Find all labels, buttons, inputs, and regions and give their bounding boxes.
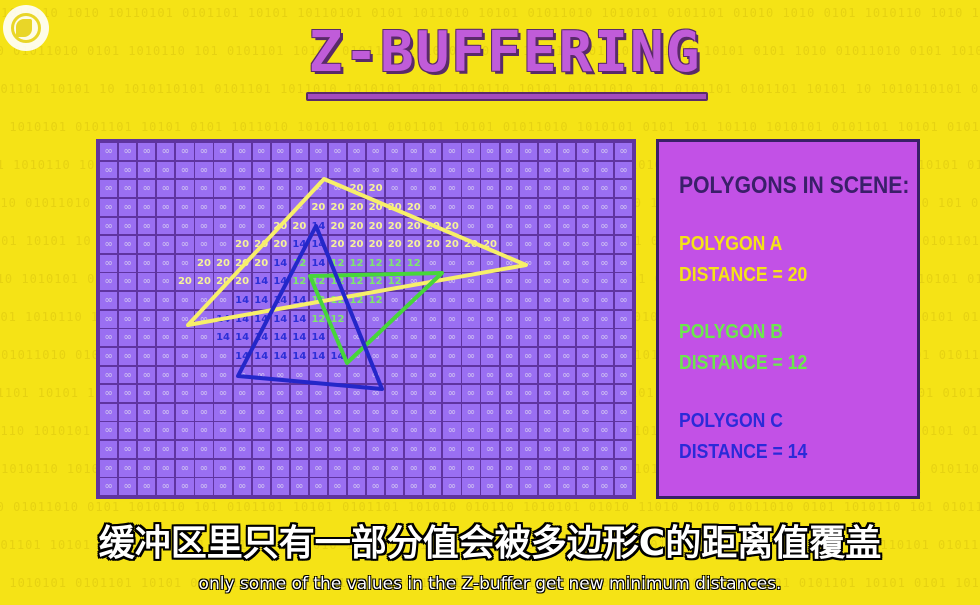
polygon-a-distance: DISTANCE = 20 xyxy=(679,264,808,286)
polygon-b-triangle xyxy=(308,271,444,365)
logo-profile xyxy=(16,19,32,37)
polygon-a-name: POLYGON A xyxy=(679,233,783,255)
polygon-b-name: POLYGON B xyxy=(679,321,784,343)
polygon-c-distance: DISTANCE = 14 xyxy=(679,441,808,463)
polygon-c-name: POLYGON C xyxy=(679,410,784,432)
title-underline xyxy=(306,92,708,101)
triangles-overlay xyxy=(186,177,528,391)
title-banner: Z-BUFFERING xyxy=(300,18,710,88)
subtitle-english: only some of the values in the Z-buffer … xyxy=(198,574,782,594)
binary-line: 1010 01011010 0101 1010110 101 0101101 1… xyxy=(0,500,980,514)
subtitle-chinese: 缓冲区里只有一部分值会被多边形C的距离值覆盖 xyxy=(98,523,882,564)
polygon-a-triangle xyxy=(186,177,528,327)
panel-heading: POLYGONS IN SCENE: xyxy=(679,172,910,199)
pbs-logo-icon xyxy=(3,5,49,51)
page-title: Z-BUFFERING xyxy=(308,20,702,85)
binary-line: 10110 1010101 0101101 10101 0101 1011010… xyxy=(0,120,980,134)
polygons-panel: POLYGONS IN SCENE: POLYGON A DISTANCE = … xyxy=(656,139,920,499)
polygon-b-distance: DISTANCE = 12 xyxy=(679,352,808,374)
